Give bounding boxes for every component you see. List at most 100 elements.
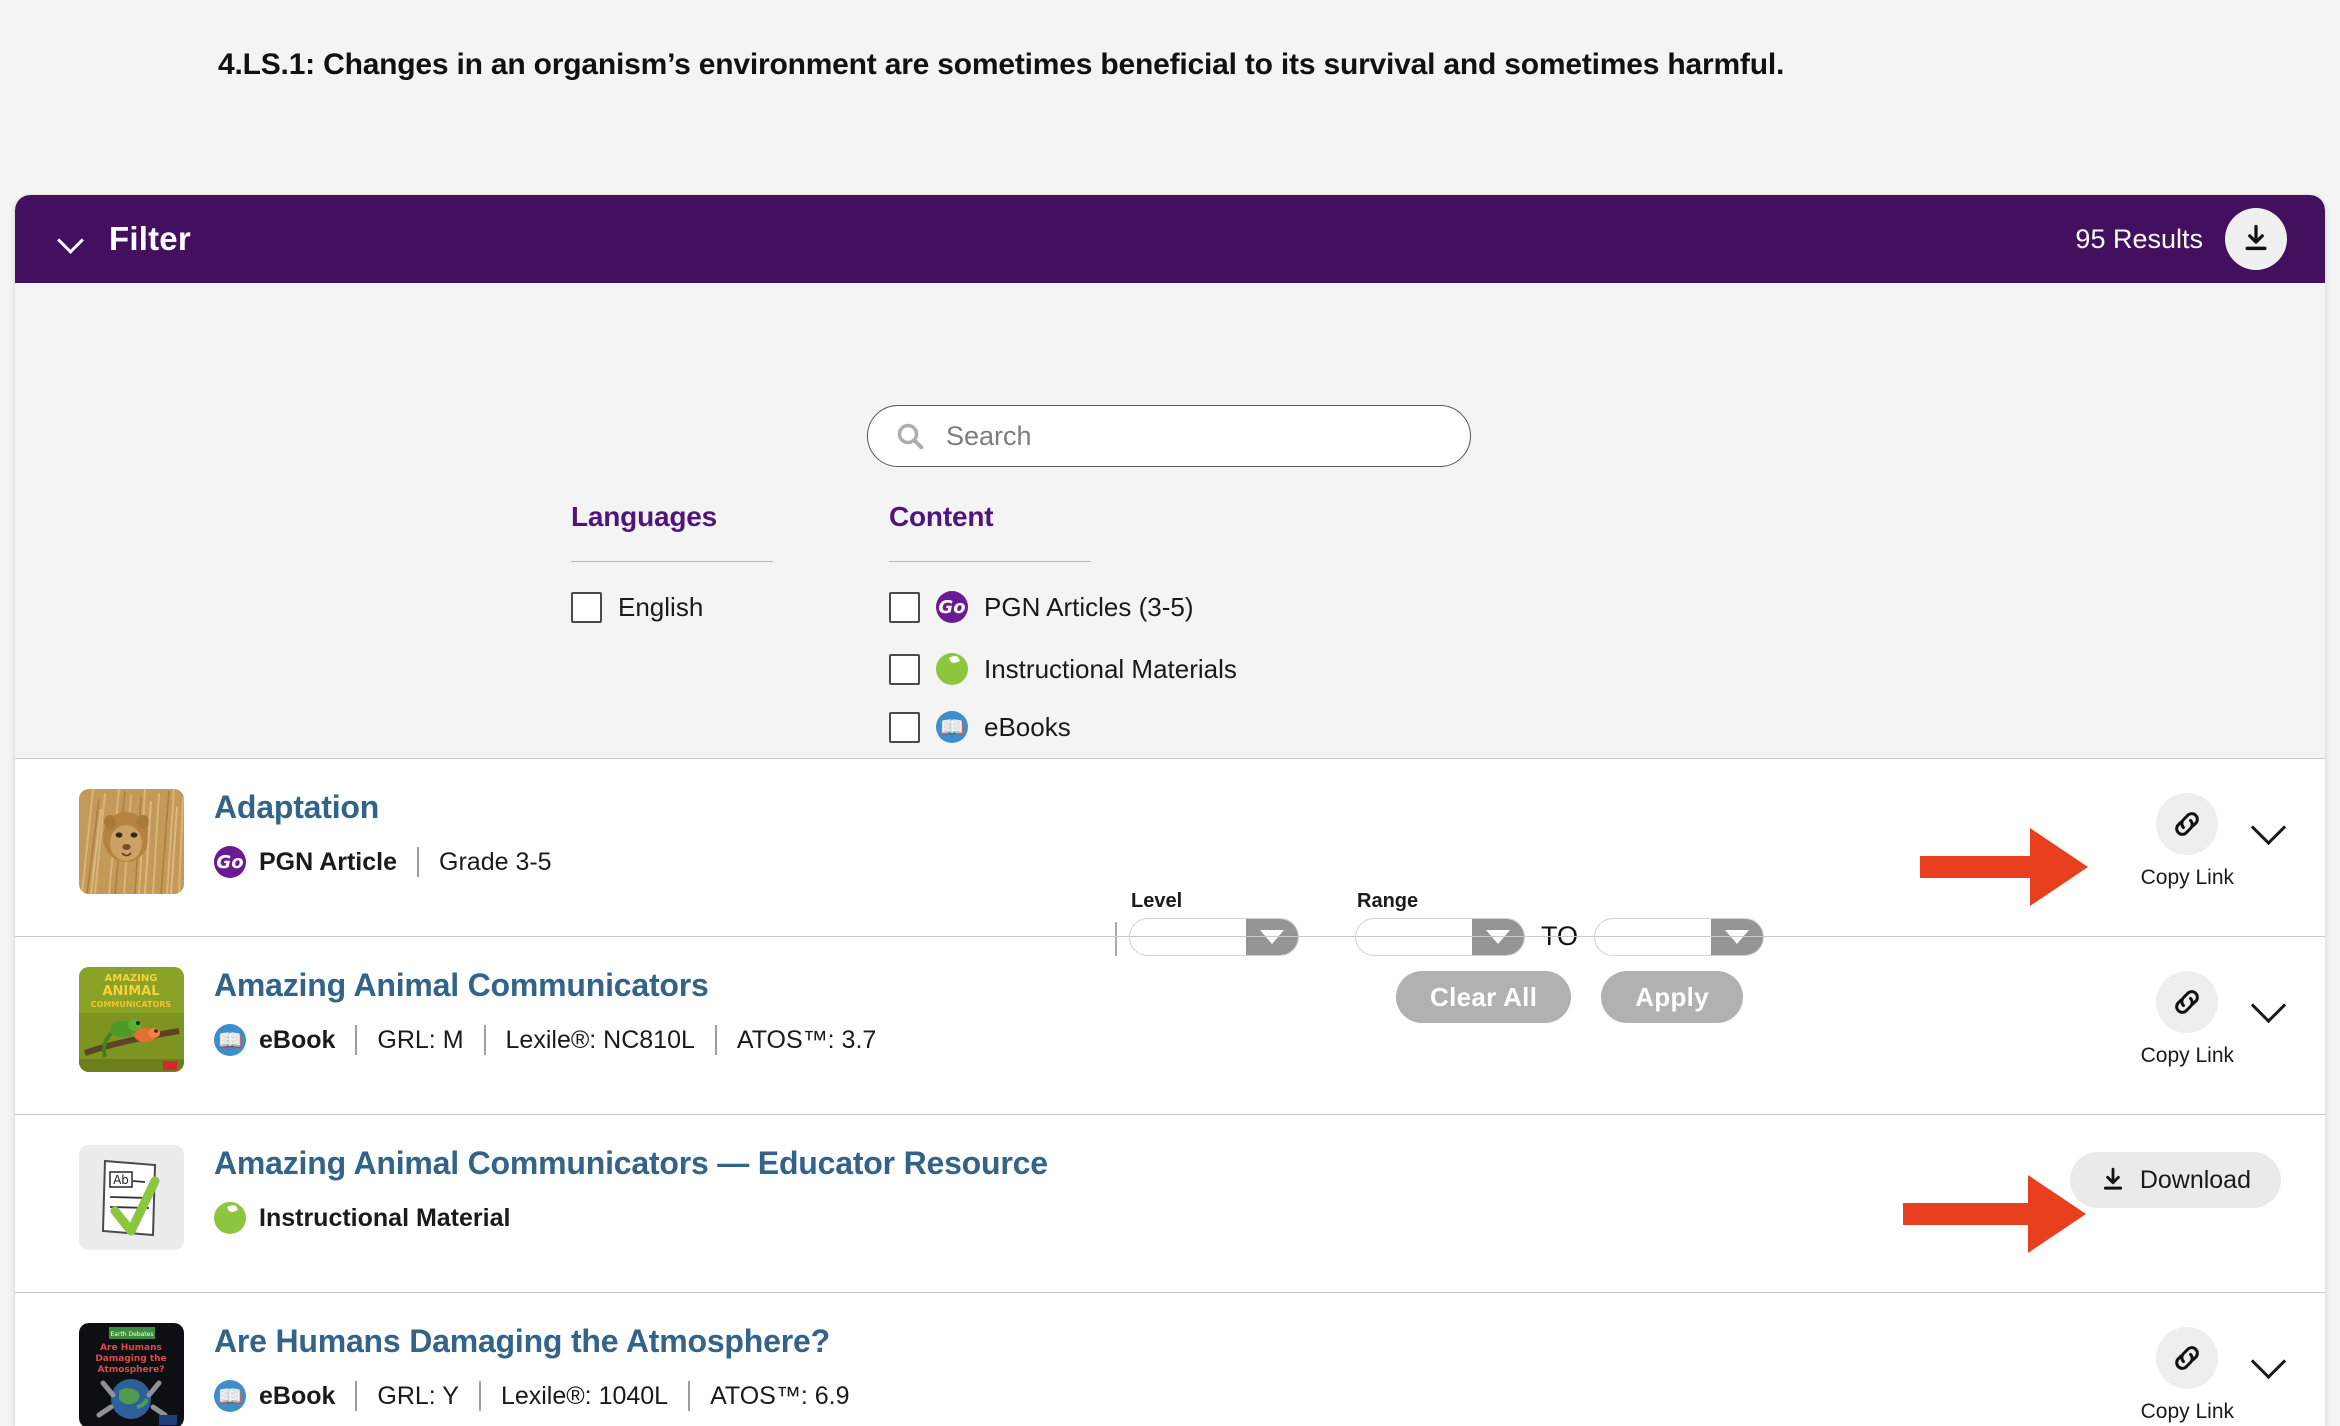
download-icon — [2103, 1167, 2122, 1190]
svg-text:COMMUNICATORS: COMMUNICATORS — [91, 1000, 172, 1009]
divider — [355, 1025, 358, 1055]
result-detail-lexile: Lexile®: 1040L — [500, 1381, 669, 1410]
result-title-link[interactable]: Amazing Animal Communicators — [214, 967, 876, 1004]
result-detail-grl: GRL: Y — [377, 1381, 459, 1410]
filter-label: Filter — [109, 220, 191, 257]
checkbox-label: PGN Articles (3-5) — [984, 591, 1194, 622]
content-filter-group: Content Go PGN Articles (3-5) Instructio… — [889, 501, 1237, 744]
open-book-icon: 📖 — [936, 711, 968, 743]
checkbox-row-english[interactable]: English — [571, 590, 773, 624]
result-subtitle: Instructional Material — [214, 1202, 1048, 1234]
copy-link-action[interactable]: Copy Link — [2141, 793, 2234, 890]
table-row[interactable]: Earth Debates Are Humans Damaging the At… — [15, 1293, 2325, 1426]
result-meta: Amazing Animal Communicators 📖 eBook GRL… — [214, 963, 876, 1056]
result-type-label: eBook — [259, 1381, 336, 1410]
result-subtitle: 📖 eBook GRL: Y Lexile®: 1040L ATOS™: 6.9 — [214, 1380, 850, 1412]
copy-link-action[interactable]: Copy Link — [2141, 971, 2234, 1068]
copy-link-label: Copy Link — [2140, 1044, 2234, 1067]
result-meta: Adaptation Go PGN Article Grade 3-5 — [214, 785, 552, 878]
result-detail-atos: ATOS™: 6.9 — [710, 1381, 850, 1410]
search-box[interactable] — [867, 405, 1471, 467]
search-input[interactable] — [944, 419, 1428, 453]
divider — [889, 561, 1091, 562]
apple-icon — [936, 653, 968, 685]
copy-link-button[interactable] — [2156, 971, 2219, 1033]
pgn-go-icon: Go — [936, 591, 968, 623]
expand-row-chevron-down-icon[interactable] — [2250, 809, 2287, 846]
download-icon — [2245, 224, 2267, 251]
result-meta: Amazing Animal Communicators — Educator … — [214, 1141, 1048, 1234]
svg-text:AMAZING: AMAZING — [105, 973, 158, 984]
result-type-label: eBook — [259, 1025, 336, 1054]
chevron-down-icon — [57, 230, 87, 248]
copy-link-label: Copy Link — [2140, 866, 2234, 889]
result-subtitle: 📖 eBook GRL: M Lexile®: NC810L ATOS™: 3.… — [214, 1024, 876, 1056]
table-row[interactable]: Ab Amazing Animal Communicators — Educat… — [15, 1115, 2325, 1293]
result-meta: Are Humans Damaging the Atmosphere? 📖 eB… — [214, 1319, 850, 1412]
results-count: 95 Results — [2075, 223, 2203, 254]
svg-text:Earth Debates: Earth Debates — [111, 1331, 154, 1338]
thumbnail-amazing-animal-communicators[interactable]: AMAZING ANIMAL COMMUNICATORS — [79, 967, 184, 1072]
results-list: Adaptation Go PGN Article Grade 3-5 Copy… — [15, 759, 2325, 1426]
row-actions: Download — [2069, 1149, 2281, 1208]
result-title-link[interactable]: Adaptation — [214, 789, 552, 826]
copy-link-action[interactable]: Copy Link — [2141, 1327, 2234, 1424]
filter-bar-right: 95 Results — [2075, 208, 2287, 270]
checkbox-pgn-articles[interactable] — [889, 591, 920, 623]
copy-link-button[interactable] — [2156, 793, 2219, 855]
apple-icon — [214, 1202, 246, 1234]
download-button[interactable]: Download — [2069, 1152, 2281, 1208]
result-type-label: PGN Article — [259, 847, 398, 876]
checkbox-english[interactable] — [571, 591, 602, 623]
svg-text:Damaging the: Damaging the — [95, 1354, 166, 1364]
open-book-icon: 📖 — [214, 1024, 246, 1056]
export-results-button[interactable] — [2225, 208, 2287, 270]
checkbox-ebooks[interactable] — [889, 711, 920, 743]
languages-filter-group: Languages English — [571, 501, 773, 624]
table-row[interactable]: AMAZING ANIMAL COMMUNICATORS Amazing Ani… — [15, 937, 2325, 1115]
thumbnail-lion-in-grass[interactable] — [79, 789, 184, 894]
divider — [355, 1381, 358, 1411]
pgn-go-icon: Go — [214, 846, 246, 878]
result-title-link[interactable]: Are Humans Damaging the Atmosphere? — [214, 1323, 850, 1360]
copy-link-button[interactable] — [2156, 1327, 2219, 1389]
expand-row-chevron-down-icon[interactable] — [2250, 987, 2287, 1024]
checkbox-instructional-materials[interactable] — [889, 653, 920, 685]
table-row[interactable]: Adaptation Go PGN Article Grade 3-5 Copy… — [15, 759, 2325, 937]
divider — [688, 1381, 691, 1411]
svg-text:Atmosphere?: Atmosphere? — [98, 1365, 165, 1375]
divider — [483, 1025, 486, 1055]
page-title: 4.LS.1: Changes in an organism’s environ… — [218, 48, 1785, 81]
row-actions: Copy Link — [2141, 971, 2287, 1068]
expand-row-chevron-down-icon[interactable] — [2250, 1343, 2287, 1380]
filter-toggle[interactable]: Filter — [57, 220, 191, 258]
result-title-link[interactable]: Amazing Animal Communicators — Educator … — [214, 1145, 1048, 1182]
open-book-icon: 📖 — [214, 1380, 246, 1412]
content-heading: Content — [889, 501, 994, 532]
checkbox-label: eBooks — [984, 711, 1071, 742]
divider — [478, 1381, 481, 1411]
filter-bar: Filter 95 Results — [15, 195, 2325, 283]
divider — [571, 561, 773, 562]
checkbox-row-pgn-articles[interactable]: Go PGN Articles (3-5) — [889, 590, 1237, 624]
thumbnail-are-humans-damaging-atmosphere[interactable]: Earth Debates Are Humans Damaging the At… — [79, 1323, 184, 1426]
checkbox-row-instructional-materials[interactable]: Instructional Materials — [889, 652, 1237, 686]
divider — [714, 1025, 717, 1055]
languages-heading: Languages — [571, 501, 718, 532]
filter-panel: Languages English Content Go PGN Article… — [15, 283, 2325, 1023]
search-results-card: Filter 95 Results Languages — [14, 194, 2326, 1426]
link-icon — [2175, 990, 2200, 1014]
link-icon — [2175, 1346, 2200, 1370]
result-subtitle: Go PGN Article Grade 3-5 — [214, 846, 552, 878]
svg-text:Are Humans: Are Humans — [100, 1343, 162, 1353]
checkbox-label: Instructional Materials — [984, 653, 1237, 684]
result-type-label: Instructional Material — [259, 1203, 511, 1232]
result-detail: Grade 3-5 — [439, 847, 552, 876]
search-icon — [897, 423, 924, 450]
checkbox-row-ebooks[interactable]: 📖 eBooks — [889, 710, 1237, 744]
thumbnail-worksheet[interactable]: Ab — [79, 1145, 184, 1250]
result-detail-atos: ATOS™: 3.7 — [736, 1025, 877, 1054]
result-detail-grl: GRL: M — [377, 1025, 464, 1054]
row-actions: Copy Link — [2141, 1327, 2287, 1424]
link-icon — [2175, 812, 2200, 836]
